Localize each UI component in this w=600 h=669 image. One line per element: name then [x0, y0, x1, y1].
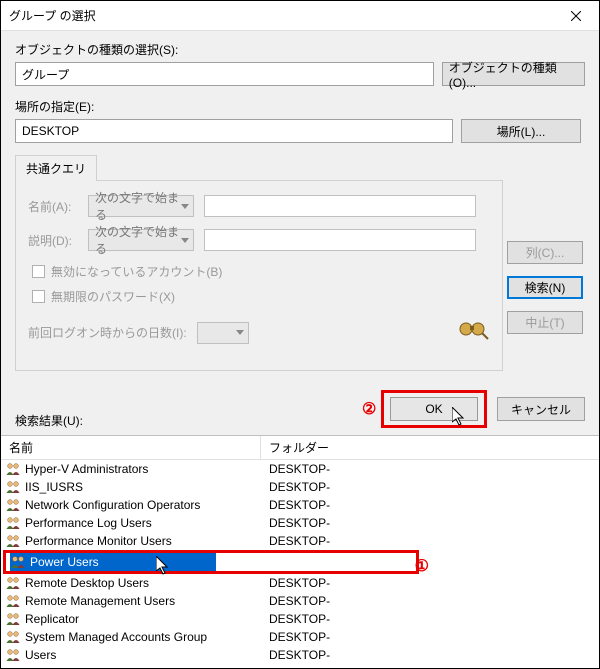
- annotation-ok-highlight: ② OK: [381, 390, 487, 428]
- col-folder[interactable]: フォルダー: [261, 439, 599, 456]
- result-folder: DESKTOP-: [261, 498, 599, 512]
- result-name: System Managed Accounts Group: [25, 630, 207, 644]
- query-desc-matchmode[interactable]: 次の文字で始まる: [88, 229, 194, 251]
- chevron-down-icon: [181, 238, 189, 243]
- checkbox-icon: [32, 265, 45, 278]
- result-row[interactable]: Network Configuration Operators DESKTOP-: [1, 496, 599, 514]
- result-folder: DESKTOP-: [261, 612, 599, 626]
- query-lastlogon-label: 前回ログオン時からの日数(I):: [28, 324, 187, 341]
- result-name: Remote Desktop Users: [25, 576, 149, 590]
- result-row[interactable]: Power Users DESKTOP-: [6, 553, 416, 571]
- annotation-two: ②: [362, 399, 376, 419]
- annotation-one: ①: [415, 556, 429, 576]
- result-row[interactable]: Users DESKTOP-: [1, 646, 599, 664]
- results-header: 名前 フォルダー: [1, 436, 599, 460]
- result-row[interactable]: Hyper-V Administrators DESKTOP-: [1, 460, 599, 478]
- cursor-icon: [156, 556, 170, 576]
- result-name: IIS_IUSRS: [25, 480, 83, 494]
- cursor-icon: [452, 407, 466, 427]
- dialog-window: グループ の選択 オブジェクトの種類の選択(S): グループ オブジェクトの種類…: [0, 0, 600, 669]
- cancel-button[interactable]: キャンセル: [497, 397, 585, 421]
- titlebar: グループ の選択: [1, 1, 599, 31]
- result-row[interactable]: Replicator DESKTOP-: [1, 610, 599, 628]
- result-name: Remote Management Users: [25, 594, 175, 608]
- result-folder: DESKTOP-: [261, 462, 599, 476]
- query-name-matchmode[interactable]: 次の文字で始まる: [88, 195, 194, 217]
- result-name: Performance Monitor Users: [25, 534, 172, 548]
- result-name: Performance Log Users: [25, 516, 152, 530]
- find-icon[interactable]: [456, 319, 490, 346]
- columns-button[interactable]: 列(C)...: [507, 241, 583, 264]
- locations-button[interactable]: 場所(L)...: [461, 119, 581, 143]
- result-row[interactable]: Remote Management Users DESKTOP-: [1, 592, 599, 610]
- result-folder: DESKTOP-: [261, 480, 599, 494]
- results-label: 検索結果(U):: [15, 412, 83, 429]
- result-name: Replicator: [25, 612, 79, 626]
- stop-button[interactable]: 中止(T): [507, 311, 583, 334]
- dialog-body: オブジェクトの種類の選択(S): グループ オブジェクトの種類(O)... 場所…: [1, 31, 599, 435]
- close-button[interactable]: [553, 1, 599, 31]
- search-button[interactable]: 検索(N): [507, 276, 583, 299]
- dialog-actionrow: 検索結果(U): ② OK キャンセル: [15, 389, 585, 429]
- group-icon: [5, 534, 21, 548]
- object-types-button[interactable]: オブジェクトの種類(O)...: [442, 62, 585, 86]
- check-noexpire-password[interactable]: 無期限のパスワード(X): [32, 288, 490, 305]
- object-type-label: オブジェクトの種類の選択(S):: [15, 41, 585, 58]
- group-icon: [5, 648, 21, 662]
- result-folder: DESKTOP-: [261, 576, 599, 590]
- result-folder: DESKTOP-: [261, 594, 599, 608]
- chevron-down-icon: [181, 204, 189, 209]
- result-row[interactable]: System Managed Accounts Group DESKTOP-: [1, 628, 599, 646]
- group-icon: [5, 630, 21, 644]
- result-folder: DESKTOP-: [261, 648, 599, 662]
- group-icon: [5, 612, 21, 626]
- group-icon: [10, 555, 26, 569]
- checkbox-icon: [32, 290, 45, 303]
- result-name: Power Users: [30, 555, 99, 569]
- window-title: グループ の選択: [9, 7, 553, 24]
- query-name-input[interactable]: [204, 195, 476, 217]
- query-name-label: 名前(A):: [28, 198, 78, 215]
- result-row[interactable]: IIS_IUSRS DESKTOP-: [1, 478, 599, 496]
- result-name: Network Configuration Operators: [25, 498, 200, 512]
- result-row[interactable]: Performance Monitor Users DESKTOP-: [1, 532, 599, 550]
- query-panel: 名前(A): 次の文字で始まる 説明(D): 次の文字で始まる 無効になっている…: [15, 180, 503, 371]
- location-label: 場所の指定(E):: [15, 98, 585, 115]
- check-disabled-accounts[interactable]: 無効になっているアカウント(B): [32, 263, 490, 280]
- results-list[interactable]: 名前 フォルダー Hyper-V AdministratorsDESKTOP-I…: [1, 435, 599, 668]
- group-icon: [5, 576, 21, 590]
- close-icon: [571, 11, 581, 21]
- result-row[interactable]: Remote Desktop Users DESKTOP-: [1, 574, 599, 592]
- group-icon: [5, 498, 21, 512]
- col-name[interactable]: 名前: [1, 436, 261, 459]
- query-tabset: 共通クエリ: [15, 155, 585, 181]
- result-folder: DESKTOP-: [261, 630, 599, 644]
- object-type-field[interactable]: グループ: [15, 62, 434, 86]
- annotation-row-highlight: Power Users DESKTOP-: [3, 550, 419, 574]
- query-lastlogon-select[interactable]: [197, 322, 249, 344]
- result-folder: DESKTOP-: [266, 555, 416, 569]
- result-row[interactable]: Performance Log Users DESKTOP-: [1, 514, 599, 532]
- group-icon: [5, 516, 21, 530]
- result-name: Users: [25, 648, 56, 662]
- side-buttons: 列(C)... 検索(N) 中止(T): [507, 201, 583, 334]
- result-name: Hyper-V Administrators: [25, 462, 148, 476]
- group-icon: [5, 480, 21, 494]
- query-desc-input[interactable]: [204, 229, 476, 251]
- chevron-down-icon: [236, 330, 244, 335]
- result-folder: DESKTOP-: [261, 516, 599, 530]
- group-icon: [5, 594, 21, 608]
- result-folder: DESKTOP-: [261, 534, 599, 548]
- tab-common-query[interactable]: 共通クエリ: [15, 155, 97, 181]
- group-icon: [5, 462, 21, 476]
- query-desc-label: 説明(D):: [28, 232, 78, 249]
- location-field[interactable]: DESKTOP: [15, 119, 453, 143]
